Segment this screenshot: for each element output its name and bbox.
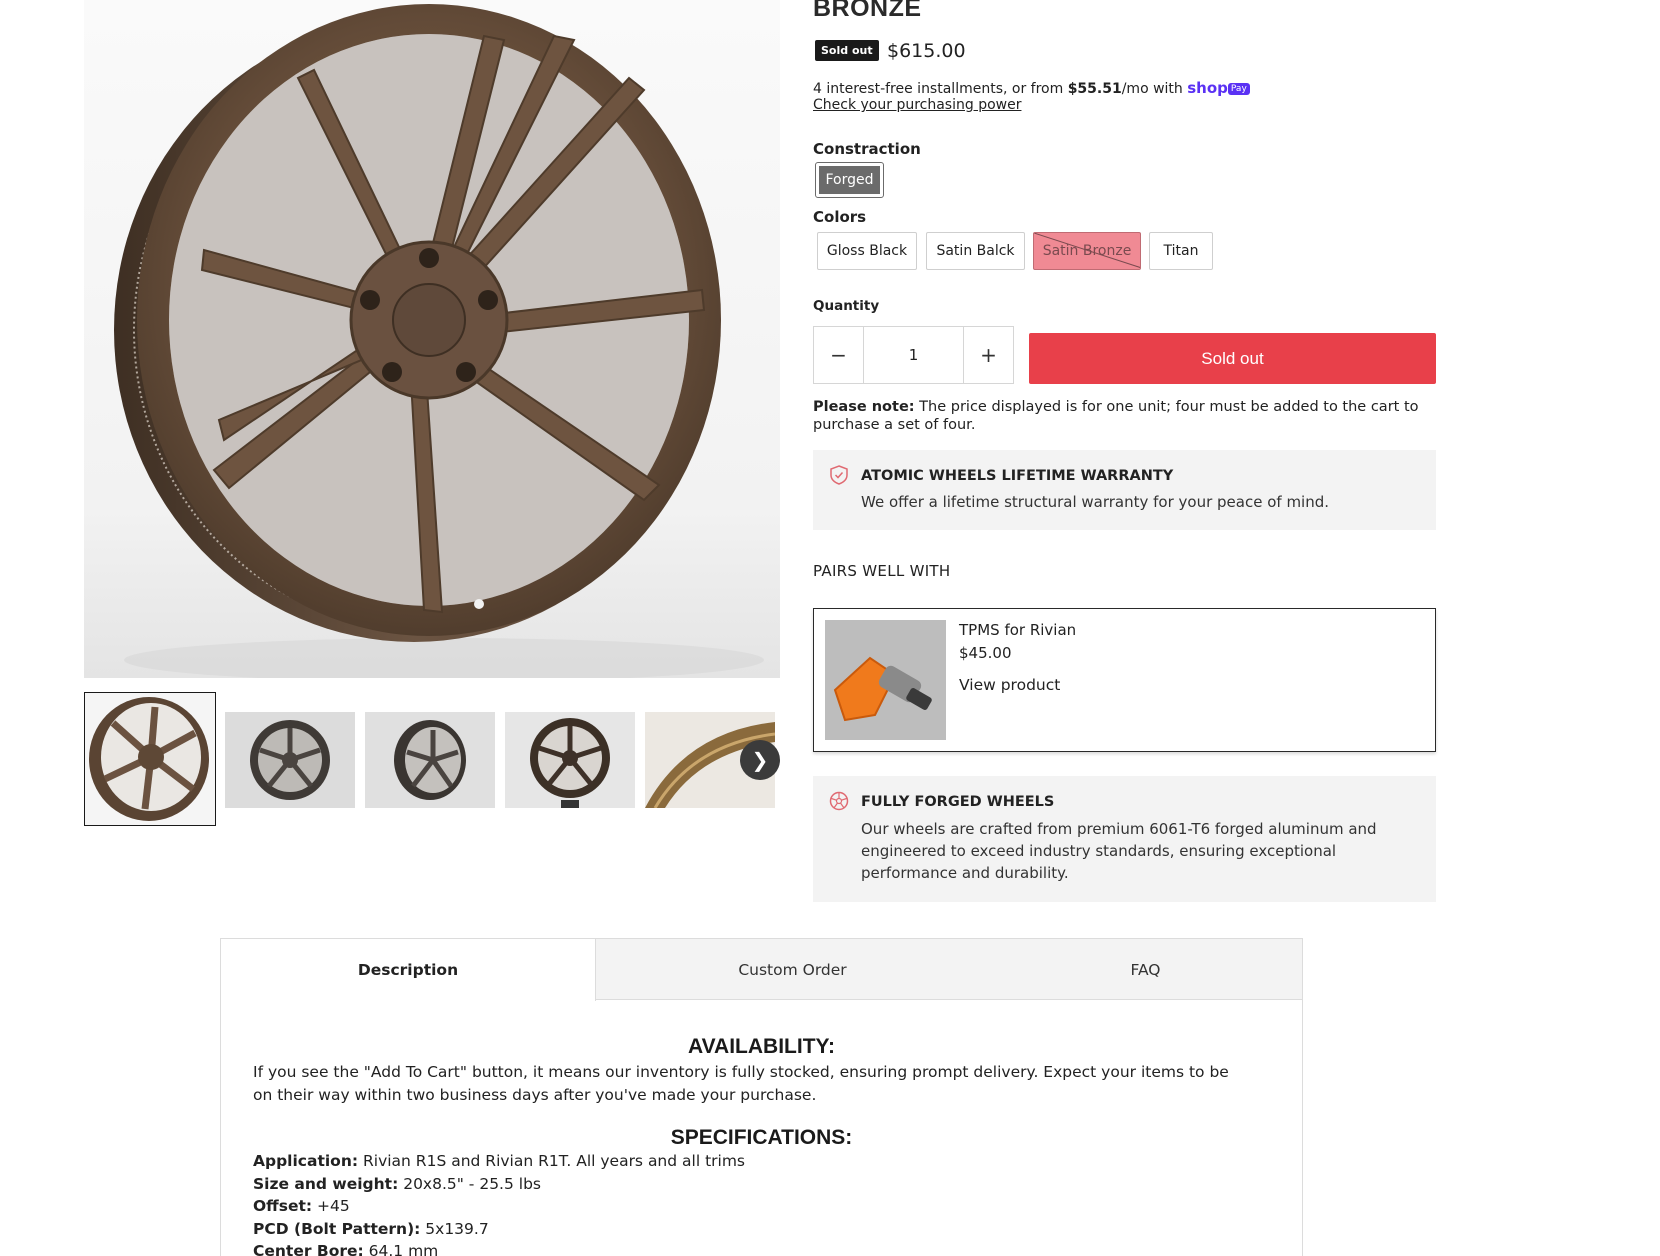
shop-pay-logo: shop bbox=[1187, 79, 1228, 97]
thumbnail-2[interactable] bbox=[225, 712, 355, 808]
installments-amount: $55.51 bbox=[1067, 81, 1122, 97]
plus-icon: + bbox=[980, 343, 997, 367]
color-option-satin-bronze[interactable]: Satin Bronze bbox=[1033, 232, 1141, 270]
installments-text: 4 interest-free installments, or from $5… bbox=[813, 79, 1250, 97]
shop-pay-badge: Pay bbox=[1227, 83, 1250, 95]
spec-value: 20x8.5" - 25.5 lbs bbox=[398, 1175, 541, 1193]
sold-out-badge: Sold out bbox=[815, 40, 879, 61]
wheel-image bbox=[114, 4, 764, 678]
warranty-title: ATOMIC WHEELS LIFETIME WARRANTY bbox=[861, 468, 1174, 484]
wheel-thumbnail-icon bbox=[505, 712, 635, 808]
wheel-thumbnail-icon bbox=[225, 712, 355, 808]
color-option-satin-balck[interactable]: Satin Balck bbox=[926, 232, 1025, 270]
quantity-decrease-button[interactable]: − bbox=[814, 327, 863, 383]
spec-size-weight: Size and weight: 20x8.5" - 25.5 lbs bbox=[253, 1175, 541, 1193]
thumbnail-strip: ❯ bbox=[84, 692, 780, 828]
wheel-thumbnail-icon bbox=[365, 712, 495, 808]
pair-product-card[interactable]: TPMS for Rivian $45.00 View product bbox=[813, 608, 1436, 752]
construction-option-forged[interactable]: Forged bbox=[815, 162, 884, 198]
pairs-well-with-title: PAIRS WELL WITH bbox=[813, 562, 951, 580]
spec-label: Size and weight: bbox=[253, 1175, 399, 1193]
spec-value: 5x139.7 bbox=[420, 1220, 489, 1238]
pair-product-price: $45.00 bbox=[959, 644, 1012, 662]
quantity-increase-button[interactable]: + bbox=[964, 327, 1013, 383]
forged-title: FULLY FORGED WHEELS bbox=[861, 794, 1055, 810]
spec-application: Application: Rivian R1S and Rivian R1T. … bbox=[253, 1152, 745, 1170]
spec-label: Center Bore: bbox=[253, 1242, 364, 1256]
warranty-text: We offer a lifetime structural warranty … bbox=[861, 493, 1330, 511]
spec-label: Application: bbox=[253, 1152, 359, 1170]
tab-bar: Description Custom Order FAQ bbox=[221, 939, 1302, 1001]
chevron-right-icon: ❯ bbox=[751, 748, 769, 772]
construction-label: Constraction bbox=[813, 140, 921, 158]
spec-offset: Offset: +45 bbox=[253, 1197, 350, 1215]
minus-icon: − bbox=[830, 343, 847, 367]
thumbnail-4[interactable] bbox=[505, 712, 635, 808]
quantity-stepper: − + bbox=[813, 326, 1014, 384]
tpms-sensor-icon bbox=[825, 620, 946, 740]
forged-box: FULLY FORGED WHEELS Our wheels are craft… bbox=[813, 776, 1436, 902]
spec-label: PCD (Bolt Pattern): bbox=[253, 1220, 421, 1238]
view-product-link[interactable]: View product bbox=[959, 676, 1060, 694]
gallery-next-button[interactable]: ❯ bbox=[740, 740, 780, 780]
spec-value: +45 bbox=[312, 1197, 350, 1215]
pair-product-image[interactable] bbox=[825, 620, 946, 740]
thumbnail-1[interactable] bbox=[84, 692, 216, 826]
product-title: BRONZE bbox=[813, 0, 922, 22]
availability-heading: AVAILABILITY: bbox=[688, 1035, 835, 1058]
purchasing-power-link[interactable]: Check your purchasing power bbox=[813, 97, 1021, 113]
purchase-note: Please note: The price displayed is for … bbox=[813, 398, 1436, 434]
installments-prefix: 4 interest-free installments, or from bbox=[813, 81, 1068, 97]
quantity-input[interactable] bbox=[863, 327, 964, 383]
thumbnail-3[interactable] bbox=[365, 712, 495, 808]
availability-text: If you see the "Add To Cart" button, it … bbox=[253, 1063, 1229, 1104]
quantity-label: Quantity bbox=[813, 298, 880, 314]
tab-custom-order[interactable]: Custom Order bbox=[596, 939, 989, 1000]
spec-pcd: PCD (Bolt Pattern): 5x139.7 bbox=[253, 1220, 489, 1238]
spec-value: Rivian R1S and Rivian R1T. All years and… bbox=[358, 1152, 745, 1170]
spec-label: Offset: bbox=[253, 1197, 313, 1215]
wheel-icon bbox=[829, 791, 849, 811]
specifications-heading: SPECIFICATIONS: bbox=[670, 1126, 853, 1149]
warranty-box: ATOMIC WHEELS LIFETIME WARRANTY We offer… bbox=[813, 450, 1436, 530]
sold-out-button[interactable]: Sold out bbox=[1029, 333, 1436, 384]
tab-description[interactable]: Description bbox=[221, 939, 596, 1001]
colors-label: Colors bbox=[813, 208, 867, 226]
wheel-thumbnail-icon bbox=[89, 697, 209, 821]
forged-text: Our wheels are crafted from premium 6061… bbox=[861, 820, 1377, 882]
product-tabs: Description Custom Order FAQ AVAILABILIT… bbox=[220, 938, 1303, 1256]
spec-center-bore: Center Bore: 64.1 mm bbox=[253, 1242, 438, 1256]
color-option-gloss-black[interactable]: Gloss Black bbox=[817, 232, 917, 270]
spec-value: 64.1 mm bbox=[363, 1242, 439, 1256]
installments-suffix: /mo with bbox=[1121, 81, 1188, 97]
shield-icon bbox=[830, 465, 848, 485]
product-main-image[interactable] bbox=[84, 0, 780, 678]
tab-faq[interactable]: FAQ bbox=[989, 939, 1302, 1000]
pair-product-name[interactable]: TPMS for Rivian bbox=[959, 621, 1076, 639]
color-option-titan[interactable]: Titan bbox=[1149, 232, 1213, 270]
product-price: $615.00 bbox=[887, 40, 966, 62]
note-label: Please note: bbox=[813, 399, 915, 415]
